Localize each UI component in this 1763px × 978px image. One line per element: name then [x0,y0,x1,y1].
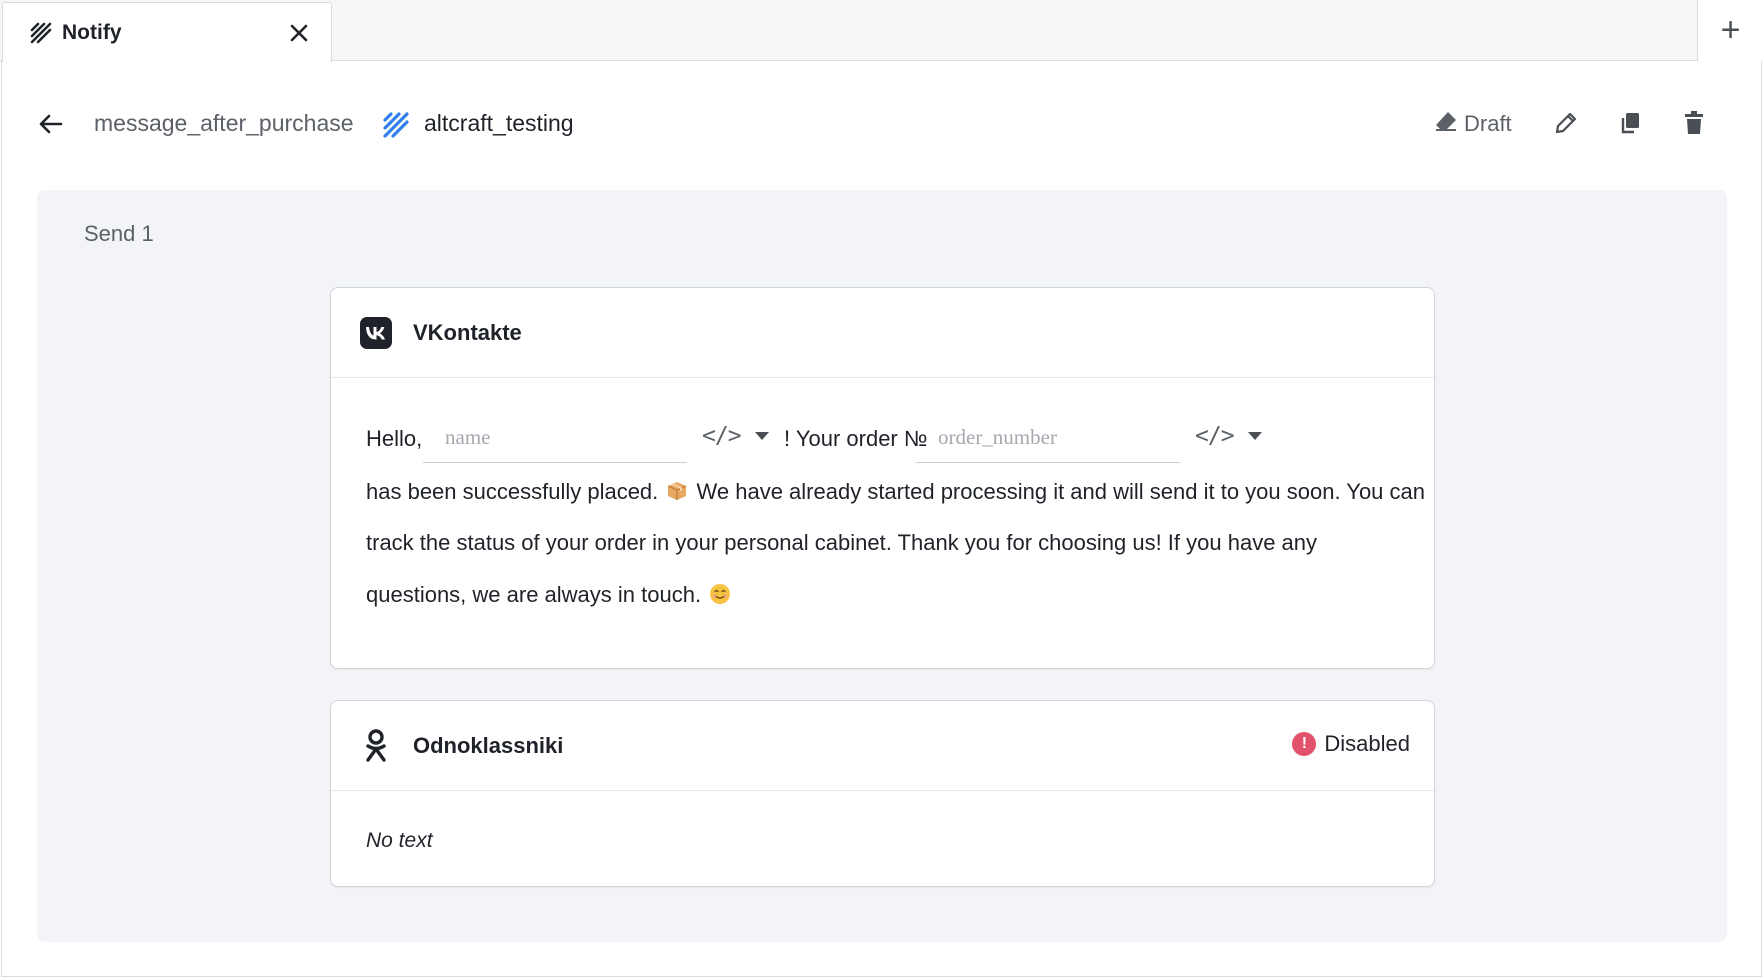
order-number-placeholder: order_number [938,425,1057,449]
order-text: ! Your order № [784,426,928,451]
new-tab-button[interactable]: + [1697,0,1763,61]
empty-message-text: No text [366,829,433,852]
status-label: Draft [1464,111,1512,136]
pencil-icon [1554,111,1578,140]
smile-emoji-icon [709,583,731,605]
code-icon: </> [702,423,742,449]
tab-bar: Notify + [0,0,1763,62]
database-name[interactable]: altcraft_testing [424,110,574,137]
notify-logo-icon [29,21,53,45]
message-line-1: has been successfully placed. We have al… [366,479,1425,505]
order-number-variable-field[interactable]: order_number [916,413,1180,463]
odnoklassniki-icon [359,728,393,763]
eraser-icon [1434,110,1458,138]
edit-button[interactable] [1546,105,1586,145]
vk-icon [359,316,393,350]
message-name: message_after_purchase [94,110,354,136]
message-line-3: questions, we are always in touch. [366,582,733,608]
copy-icon [1618,111,1642,140]
message-line-3-text: questions, we are always in touch. [366,582,708,607]
status-badge: ! Disabled [1292,731,1410,757]
database-icon [381,109,411,139]
order-insert-variable-button[interactable]: </> [1195,423,1262,449]
ok-card: Odnoklassniki ! Disabled No text [330,700,1435,887]
alert-icon: ! [1292,732,1317,756]
vk-message-editor[interactable]: Hello, name </> ! Your order № order_num… [331,378,1434,668]
ok-card-title: Odnoklassniki [413,732,564,758]
greeting-text: Hello, [366,426,423,451]
back-arrow-icon[interactable] [34,107,68,141]
vk-card-title: VKontakte [413,319,522,345]
status-draft: Draft [1434,107,1512,141]
name-variable-field[interactable]: name [423,413,687,463]
message-line-2: track the status of your order in your p… [366,530,1318,555]
message-line-1-end: We have already started processing it an… [690,479,1425,504]
name-insert-variable-button[interactable]: </> [702,423,769,449]
chevron-down-icon [1247,432,1262,440]
send-panel: Send 1 VKontakte Hello, name </> ! Your … [37,190,1727,942]
close-tab-icon[interactable] [275,9,323,57]
message-line-1-start: has been successfully placed. [366,479,665,504]
tab-label: Notify [62,20,122,44]
chevron-down-icon [754,432,769,440]
status-badge-label: Disabled [1324,731,1410,756]
panel-title: Send 1 [84,221,154,246]
ok-message-body[interactable]: No text [331,791,1434,886]
vk-card: VKontakte Hello, name </> ! Your order №… [330,287,1435,669]
ok-card-header: Odnoklassniki ! Disabled [331,701,1434,791]
name-placeholder: name [445,425,491,449]
code-icon: </> [1195,423,1235,449]
tab-notify[interactable]: Notify [2,2,332,62]
delete-button[interactable] [1674,105,1714,145]
page-header: message_after_purchase altcraft_testing … [0,95,1763,157]
package-emoji-icon [666,480,688,502]
trash-icon [1683,110,1705,140]
copy-button[interactable] [1610,105,1650,145]
vk-card-header: VKontakte [331,288,1434,378]
